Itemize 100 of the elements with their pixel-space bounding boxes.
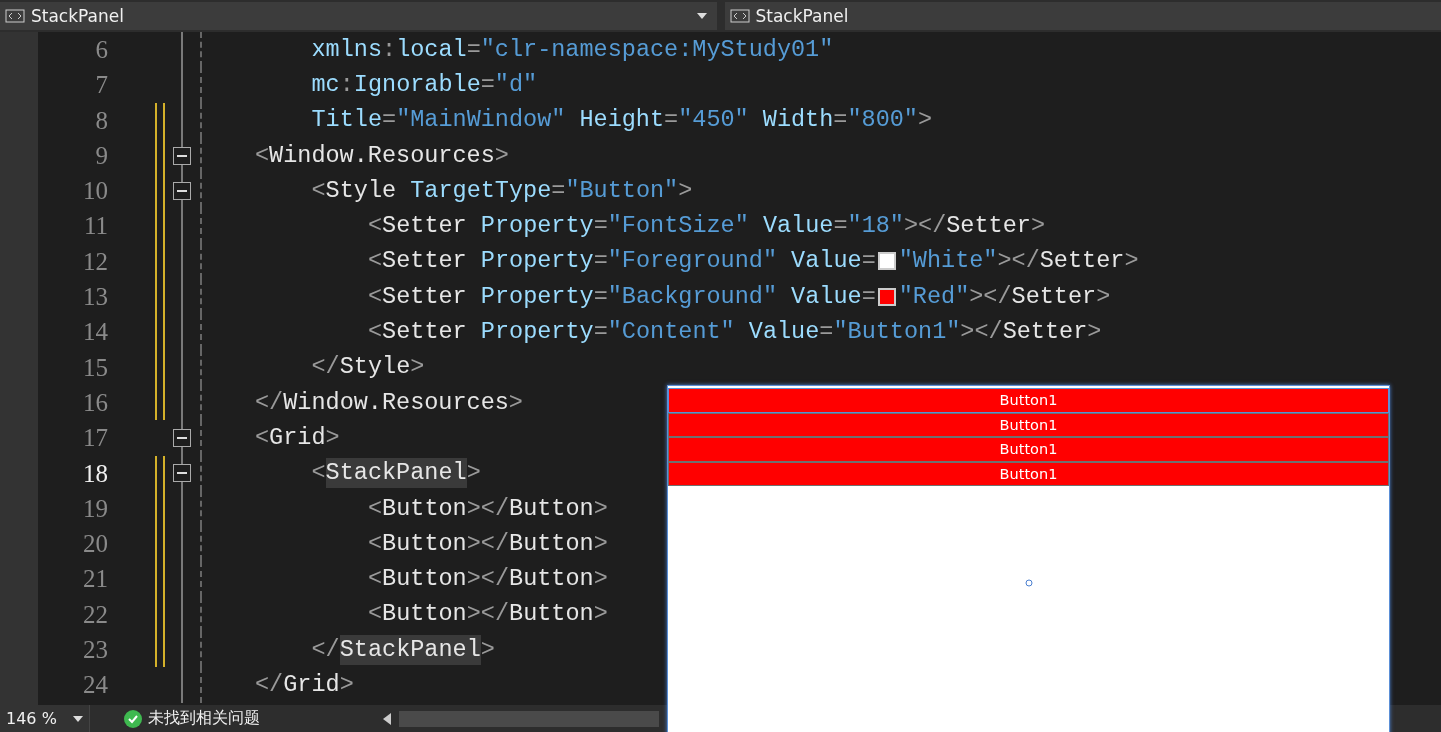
- code-attribute: Title: [311, 105, 382, 136]
- line-number: 15: [82, 352, 108, 383]
- code-tag-name: Setter: [382, 281, 467, 312]
- code-punctuation: =: [551, 175, 566, 206]
- collapse-icon[interactable]: [173, 146, 191, 165]
- code-punctuation: ></: [903, 211, 947, 242]
- line-number: 7: [94, 70, 108, 101]
- line-number: 12: [82, 246, 108, 277]
- code-punctuation: >: [917, 105, 933, 136]
- code-punctuation: =: [593, 246, 608, 277]
- code-tag-name: StackPanel: [325, 458, 467, 489]
- code-string: "clr-namespace:MyStudy01": [480, 34, 834, 65]
- code-punctuation: >: [466, 458, 481, 489]
- code-attribute: Property: [479, 317, 594, 347]
- line-number: 19: [82, 493, 108, 524]
- collapse-icon[interactable]: [173, 181, 191, 200]
- code-punctuation: </: [255, 670, 284, 700]
- code-attribute: Property: [479, 281, 594, 312]
- code-tag-name: Window.Resources: [283, 387, 509, 418]
- preview-button[interactable]: Button1: [668, 388, 1389, 413]
- code-punctuation: <: [311, 175, 326, 206]
- code-punctuation: </: [311, 352, 340, 383]
- code-punctuation: =: [861, 246, 876, 277]
- nav-dropdown[interactable]: StackPanel: [0, 2, 717, 30]
- line-number: 18: [82, 458, 108, 489]
- code-punctuation: >: [678, 175, 693, 206]
- code-punctuation: <: [311, 458, 326, 489]
- code-punctuation: <: [368, 211, 383, 242]
- line-number: 6: [94, 35, 108, 65]
- line-number: 8: [94, 105, 108, 136]
- code-punctuation: =: [664, 105, 679, 136]
- preview-button[interactable]: Button1: [668, 437, 1389, 462]
- line-number: 13: [82, 282, 108, 313]
- code-punctuation: ></: [466, 599, 510, 630]
- nav-dropdown[interactable]: StackPanel: [724, 2, 1441, 30]
- code-tag-name: Setter: [1039, 246, 1125, 277]
- code-attribute: Ignorable: [353, 69, 481, 100]
- code-string: "Button1": [833, 317, 961, 347]
- code-string: "White": [898, 246, 998, 277]
- code-attribute: Value: [761, 211, 834, 242]
- code-punctuation: =: [593, 281, 608, 312]
- code-string: "450": [678, 105, 749, 136]
- code-punctuation: ></: [969, 281, 1012, 312]
- code-string: "18": [847, 211, 904, 242]
- code-tag-name: Setter: [1002, 317, 1088, 347]
- code-punctuation: <: [368, 493, 383, 524]
- caret-icon: [696, 13, 707, 19]
- code-punctuation: =: [593, 317, 608, 347]
- code-string: "MainWindow": [396, 105, 566, 136]
- code-tag-name: StackPanel: [339, 634, 481, 665]
- line-number: 23: [82, 635, 108, 666]
- code-punctuation: =: [833, 105, 848, 136]
- line-number: 14: [82, 317, 108, 348]
- code-attribute: mc: [311, 69, 340, 100]
- code-tag-name: Button: [509, 493, 594, 524]
- scroll-left-icon[interactable]: [383, 712, 391, 725]
- code-punctuation: =: [480, 69, 495, 100]
- collapse-icon[interactable]: [173, 428, 191, 447]
- code-punctuation: >: [339, 670, 354, 700]
- preview-button[interactable]: Button1: [668, 412, 1389, 437]
- code-attribute: Value: [747, 317, 820, 347]
- code-tag-name: Setter: [1011, 281, 1097, 312]
- code-tag-name: Style: [339, 352, 411, 383]
- issues-status: 未找到相关问题: [148, 708, 260, 729]
- code-punctuation: ></: [960, 317, 1003, 347]
- caret-icon: [73, 715, 83, 722]
- code-tag-name: Button: [509, 564, 594, 595]
- preview-button[interactable]: Button1: [668, 461, 1389, 486]
- code-attribute: Value: [790, 281, 862, 312]
- code-string: "800": [847, 105, 918, 136]
- line-number: 9: [94, 140, 108, 171]
- code-punctuation: >: [593, 528, 608, 559]
- code-punctuation: >: [593, 599, 608, 630]
- collapse-icon[interactable]: [173, 464, 191, 483]
- code-punctuation: </: [311, 634, 340, 665]
- code-punctuation: <: [368, 528, 383, 559]
- code-string: "FontSize": [607, 211, 749, 242]
- line-number: 11: [82, 211, 108, 242]
- anchor-handle-icon[interactable]: [1025, 579, 1033, 587]
- code-tag-name: Button: [382, 493, 467, 524]
- code-attribute: Property: [479, 246, 594, 277]
- code-punctuation: <: [368, 599, 383, 630]
- code-string: "Background": [607, 281, 777, 312]
- code-punctuation: >: [325, 422, 340, 453]
- code-punctuation: >: [1124, 246, 1139, 277]
- code-punctuation: >: [410, 352, 425, 383]
- code-punctuation: :: [382, 34, 397, 65]
- horizontal-scrollbar[interactable]: [399, 710, 659, 727]
- code-attribute: Value: [790, 246, 862, 277]
- code-tag-name: Setter: [382, 211, 467, 242]
- zoom-dropdown[interactable]: 146 %: [0, 705, 90, 732]
- code-attribute: Height: [578, 105, 665, 136]
- code-tag-name: Button: [382, 528, 467, 559]
- code-tag-name: Setter: [382, 246, 467, 277]
- code-attribute: Width: [761, 105, 834, 136]
- check-icon: [124, 709, 142, 728]
- line-number: 10: [82, 176, 108, 207]
- code-punctuation: <: [368, 246, 383, 277]
- code-string: "Red": [898, 281, 970, 312]
- code-punctuation: >: [1087, 317, 1102, 347]
